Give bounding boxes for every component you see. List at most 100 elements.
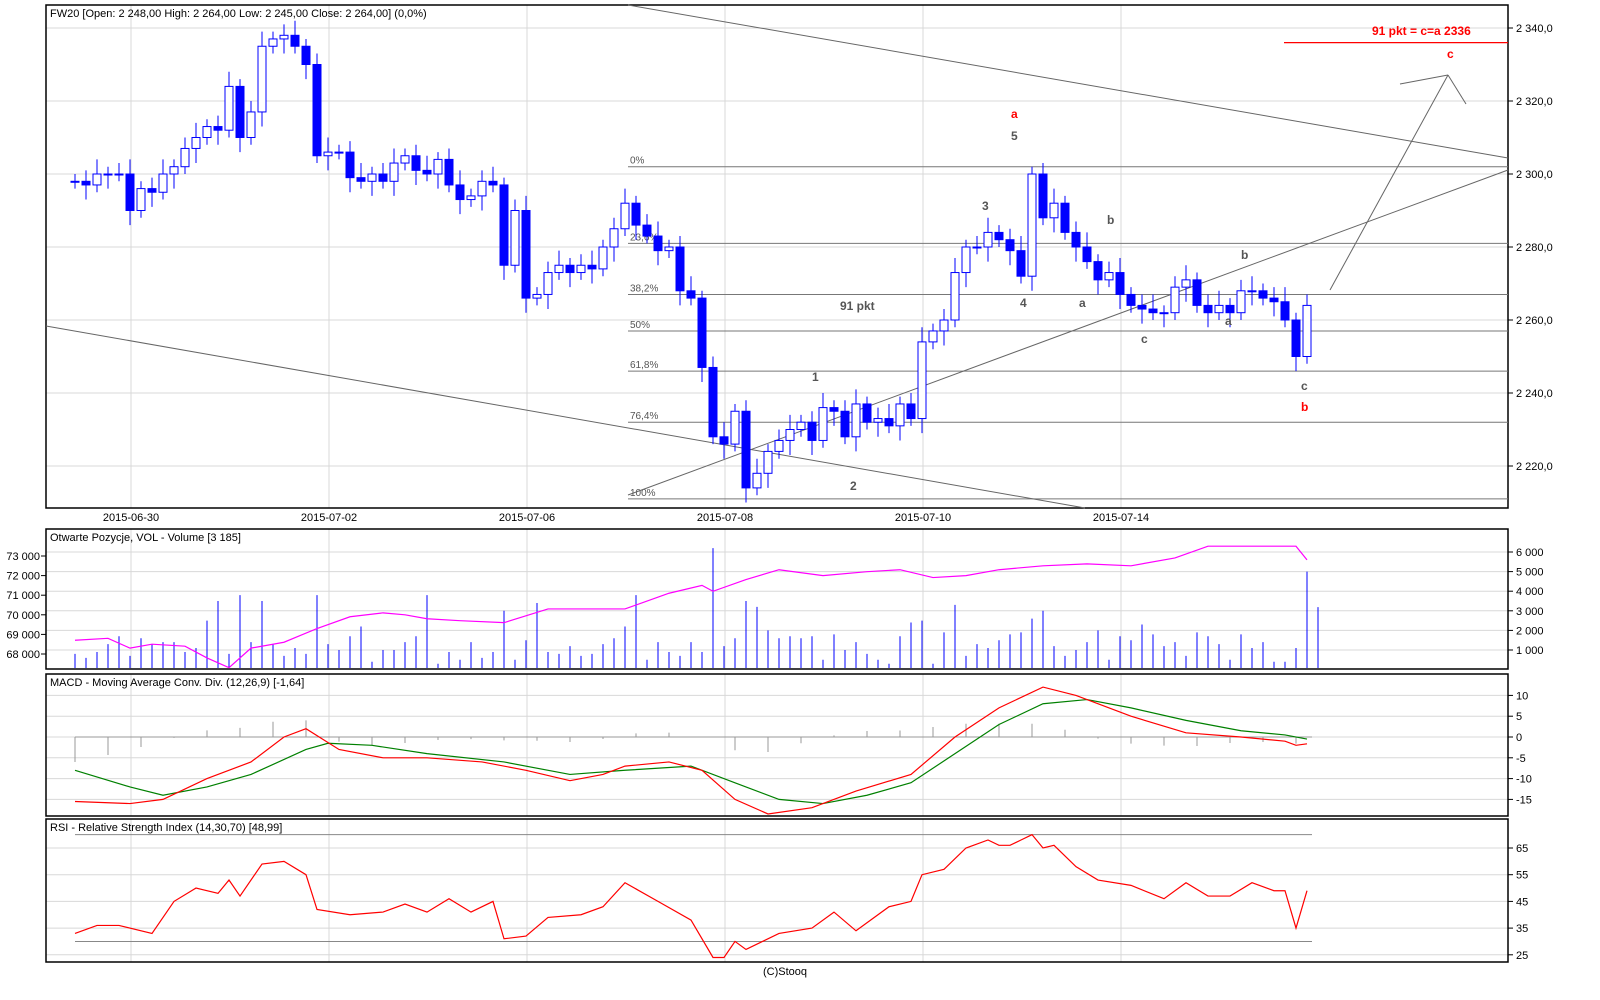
oi-axis-label: 72 000 bbox=[6, 571, 40, 583]
price-axis-label: 2 320,0 bbox=[1516, 96, 1553, 108]
candle-up bbox=[103, 173, 113, 176]
trend-line bbox=[1329, 74, 1449, 291]
candle-up bbox=[917, 341, 927, 420]
wave-b1: b bbox=[1107, 213, 1114, 227]
candle-up bbox=[774, 439, 784, 452]
rsi-axis-label: 65 bbox=[1516, 843, 1528, 855]
candle-down bbox=[499, 184, 509, 266]
candle-up bbox=[543, 272, 553, 295]
price-axis-label: 2 280,0 bbox=[1516, 242, 1553, 254]
candle-down bbox=[1192, 279, 1202, 306]
x-tick-label: 2015-07-10 bbox=[895, 512, 951, 524]
candle-down bbox=[1038, 173, 1048, 219]
candle-down bbox=[488, 180, 498, 186]
candle-down bbox=[1005, 239, 1015, 252]
candle-up bbox=[961, 246, 971, 274]
candle-down bbox=[356, 177, 366, 182]
candle-down bbox=[653, 235, 663, 252]
price-axis-label: 2 240,0 bbox=[1516, 388, 1553, 400]
candle-down bbox=[1258, 290, 1268, 299]
candle-up bbox=[950, 272, 960, 321]
candle-down bbox=[1071, 231, 1081, 248]
oi-axis-label: 71 000 bbox=[6, 590, 40, 602]
wave-5: 5 bbox=[1011, 129, 1018, 143]
price-axis-label: 2 300,0 bbox=[1516, 169, 1553, 181]
candle-down bbox=[1126, 293, 1136, 306]
price-title: FW20 [Open: 2 248,00 High: 2 264,00 Low:… bbox=[50, 8, 427, 20]
volume-axis-label: 5 000 bbox=[1516, 567, 1544, 579]
candle-up bbox=[983, 231, 993, 248]
candle-down bbox=[81, 180, 91, 186]
wave-4: 4 bbox=[1020, 296, 1027, 310]
rsi-axis-label: 55 bbox=[1516, 870, 1528, 882]
price-axis-label: 2 220,0 bbox=[1516, 461, 1553, 473]
candle-up bbox=[92, 173, 102, 186]
candle-up bbox=[730, 410, 740, 445]
fib-level-label: 76,4% bbox=[630, 411, 658, 422]
candle-up bbox=[279, 34, 289, 40]
candle-up bbox=[1236, 290, 1246, 314]
candle-up bbox=[268, 38, 278, 47]
candle-up bbox=[1027, 173, 1037, 277]
fib-level-label: 50% bbox=[630, 320, 650, 331]
candle-down bbox=[862, 403, 872, 423]
candle-up bbox=[664, 246, 674, 252]
wave-red-a: a bbox=[1011, 107, 1018, 121]
candle-down bbox=[807, 421, 817, 441]
candle-down bbox=[994, 231, 1004, 241]
candle-down bbox=[697, 297, 707, 368]
candle-down bbox=[1225, 304, 1235, 314]
candle-up bbox=[785, 429, 795, 441]
candle-down bbox=[642, 224, 652, 237]
candle-up bbox=[598, 246, 608, 270]
macd-title: MACD - Moving Average Conv. Div. (12,26,… bbox=[50, 677, 304, 689]
oi-axis-label: 68 000 bbox=[6, 649, 40, 661]
candle-up bbox=[334, 151, 344, 154]
candle-up bbox=[433, 158, 443, 175]
rsi-axis-label: 35 bbox=[1516, 923, 1528, 935]
candle-up bbox=[224, 85, 234, 131]
candle-up bbox=[114, 173, 124, 176]
trend-line bbox=[45, 325, 1086, 509]
candle-down bbox=[675, 246, 685, 292]
candle-down bbox=[1203, 304, 1213, 314]
candle-down bbox=[125, 173, 135, 211]
candle-up bbox=[180, 147, 190, 168]
candle-down bbox=[1269, 297, 1279, 303]
fib-level-label: 61,8% bbox=[630, 360, 658, 371]
candle-down bbox=[301, 45, 311, 65]
rsi-title: RSI - Relative Strength Index (14,30,70)… bbox=[50, 822, 282, 834]
volume-axis-label: 3 000 bbox=[1516, 606, 1544, 618]
wave-3: 3 bbox=[982, 199, 989, 213]
macd-axis-label: -15 bbox=[1516, 794, 1532, 806]
x-tick-label: 2015-07-08 bbox=[697, 512, 753, 524]
candle-up bbox=[1049, 202, 1059, 219]
footer-credit: (C)Stooq bbox=[763, 966, 807, 978]
rsi-line bbox=[74, 833, 1308, 959]
candle-down bbox=[741, 410, 751, 489]
wave-red-c: c bbox=[1447, 47, 1454, 61]
volume-axis-label: 1 000 bbox=[1516, 645, 1544, 657]
candle-down bbox=[1148, 308, 1158, 314]
target-label: 91 pkt = c=a 2336 bbox=[1372, 24, 1471, 38]
candle-down bbox=[312, 64, 322, 157]
wave-b2: b bbox=[1241, 248, 1248, 262]
volume-title: Otwarte Pozycje, VOL - Volume [3 185] bbox=[50, 532, 241, 544]
oi-axis-label: 70 000 bbox=[6, 610, 40, 622]
oi-axis-label: 73 000 bbox=[6, 551, 40, 563]
candle-up bbox=[323, 151, 333, 157]
candle-down bbox=[444, 158, 454, 186]
candle-down bbox=[1093, 261, 1103, 281]
candle-down bbox=[290, 34, 300, 47]
candle-up bbox=[532, 293, 542, 299]
candle-up bbox=[257, 45, 267, 113]
candle-up bbox=[939, 319, 949, 332]
rsi-axis-label: 25 bbox=[1516, 950, 1528, 962]
candle-down bbox=[884, 418, 894, 427]
candle-up bbox=[576, 264, 586, 274]
candle-up bbox=[510, 210, 520, 266]
candle-down bbox=[147, 188, 157, 193]
oi-axis-label: 69 000 bbox=[6, 629, 40, 641]
candle-down bbox=[1291, 319, 1301, 357]
macd-axis-label: -10 bbox=[1516, 774, 1532, 786]
